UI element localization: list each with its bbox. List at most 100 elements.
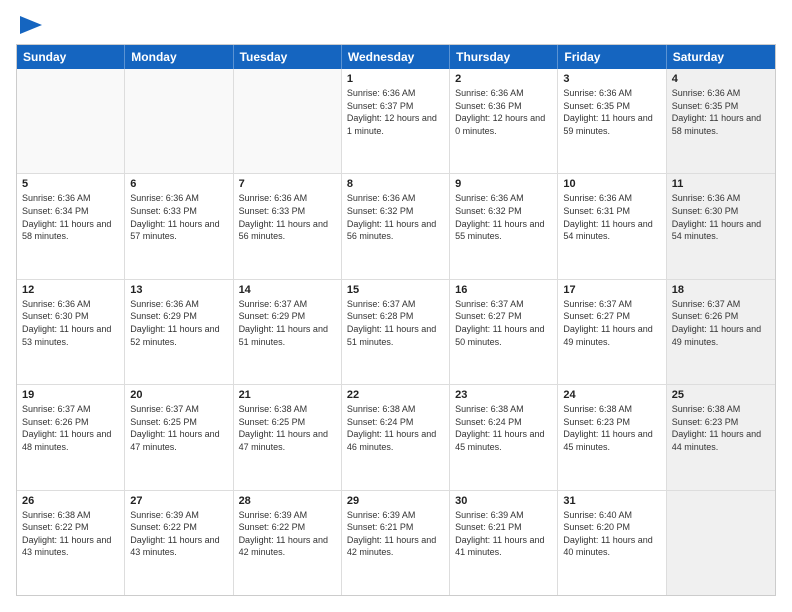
day-number: 27 bbox=[130, 495, 227, 507]
cal-cell-r3-c6: 25Sunrise: 6:38 AM Sunset: 6:23 PM Dayli… bbox=[667, 385, 775, 489]
cal-cell-r3-c0: 19Sunrise: 6:37 AM Sunset: 6:26 PM Dayli… bbox=[17, 385, 125, 489]
page: SundayMondayTuesdayWednesdayThursdayFrid… bbox=[0, 0, 792, 612]
day-number: 21 bbox=[239, 389, 336, 401]
cal-cell-r0-c5: 3Sunrise: 6:36 AM Sunset: 6:35 PM Daylig… bbox=[558, 69, 666, 173]
weekday-header-saturday: Saturday bbox=[667, 45, 775, 69]
cal-cell-r2-c6: 18Sunrise: 6:37 AM Sunset: 6:26 PM Dayli… bbox=[667, 280, 775, 384]
cal-cell-r3-c2: 21 Sunrise: 6:38 AM Sunset: 6:25 PM Dayli… bbox=[234, 385, 342, 489]
day-info: Sunrise: 6:37 AM Sunset: 6:29 PM Dayligh… bbox=[239, 298, 336, 348]
cal-cell-r0-c2 bbox=[234, 69, 342, 173]
day-number: 11 bbox=[672, 178, 770, 190]
day-info: Sunrise: 6:37 AM Sunset: 6:26 PM Dayligh… bbox=[672, 298, 770, 348]
cal-cell-r2-c3: 15 Sunrise: 6:37 AM Sunset: 6:28 PM Dayli… bbox=[342, 280, 450, 384]
day-number: 7 bbox=[239, 178, 336, 190]
cal-cell-r2-c1: 13 Sunrise: 6:36 AM Sunset: 6:29 PM Dayli… bbox=[125, 280, 233, 384]
day-info: Sunrise: 6:36 AM Sunset: 6:34 PM Dayligh… bbox=[22, 192, 119, 242]
day-number: 3 bbox=[563, 73, 660, 85]
day-number: 12 bbox=[22, 284, 119, 296]
cal-cell-r4-c1: 27 Sunrise: 6:39 AM Sunset: 6:22 PM Dayli… bbox=[125, 491, 233, 595]
day-info: Sunrise: 6:38 AM Sunset: 6:24 PM Dayligh… bbox=[455, 403, 552, 453]
day-number: 30 bbox=[455, 495, 552, 507]
cal-cell-r4-c2: 28 Sunrise: 6:39 AM Sunset: 6:22 PM Dayli… bbox=[234, 491, 342, 595]
day-number: 9 bbox=[455, 178, 552, 190]
day-number: 4 bbox=[672, 73, 770, 85]
day-info: Sunrise: 6:36 AM Sunset: 6:36 PM Dayligh… bbox=[455, 87, 552, 137]
weekday-header-sunday: Sunday bbox=[17, 45, 125, 69]
cal-cell-r0-c0 bbox=[17, 69, 125, 173]
header bbox=[16, 16, 776, 34]
calendar-header: SundayMondayTuesdayWednesdayThursdayFrid… bbox=[17, 45, 775, 69]
cal-cell-r0-c6: 4 Sunrise: 6:36 AM Sunset: 6:35 PM Daylig… bbox=[667, 69, 775, 173]
day-info: Sunrise: 6:37 AM Sunset: 6:25 PM Dayligh… bbox=[130, 403, 227, 453]
day-number: 16 bbox=[455, 284, 552, 296]
cal-cell-r0-c3: 1 Sunrise: 6:36 AM Sunset: 6:37 PM Daylig… bbox=[342, 69, 450, 173]
day-number: 8 bbox=[347, 178, 444, 190]
day-info: Sunrise: 6:36 AM Sunset: 6:33 PM Dayligh… bbox=[239, 192, 336, 242]
day-info: Sunrise: 6:37 AM Sunset: 6:27 PM Dayligh… bbox=[563, 298, 660, 348]
cal-cell-r1-c5: 10 Sunrise: 6:36 AM Sunset: 6:31 PM Dayli… bbox=[558, 174, 666, 278]
calendar-row-1: 5 Sunrise: 6:36 AM Sunset: 6:34 PM Daylig… bbox=[17, 174, 775, 279]
day-number: 15 bbox=[347, 284, 444, 296]
day-number: 5 bbox=[22, 178, 119, 190]
day-number: 22 bbox=[347, 389, 444, 401]
day-number: 10 bbox=[563, 178, 660, 190]
day-info: Sunrise: 6:36 AM Sunset: 6:32 PM Dayligh… bbox=[455, 192, 552, 242]
weekday-header-tuesday: Tuesday bbox=[234, 45, 342, 69]
cal-cell-r3-c3: 22 Sunrise: 6:38 AM Sunset: 6:24 PM Dayli… bbox=[342, 385, 450, 489]
weekday-header-monday: Monday bbox=[125, 45, 233, 69]
day-info: Sunrise: 6:36 AM Sunset: 6:37 PM Dayligh… bbox=[347, 87, 444, 137]
cal-cell-r1-c6: 11Sunrise: 6:36 AM Sunset: 6:30 PM Dayli… bbox=[667, 174, 775, 278]
calendar-row-2: 12 Sunrise: 6:36 AM Sunset: 6:30 PM Dayli… bbox=[17, 280, 775, 385]
cal-cell-r2-c4: 16Sunrise: 6:37 AM Sunset: 6:27 PM Dayli… bbox=[450, 280, 558, 384]
day-number: 13 bbox=[130, 284, 227, 296]
calendar: SundayMondayTuesdayWednesdayThursdayFrid… bbox=[16, 44, 776, 596]
cal-cell-r1-c0: 5 Sunrise: 6:36 AM Sunset: 6:34 PM Daylig… bbox=[17, 174, 125, 278]
cal-cell-r1-c1: 6 Sunrise: 6:36 AM Sunset: 6:33 PM Daylig… bbox=[125, 174, 233, 278]
day-number: 24 bbox=[563, 389, 660, 401]
day-number: 14 bbox=[239, 284, 336, 296]
cal-cell-r2-c2: 14 Sunrise: 6:37 AM Sunset: 6:29 PM Dayli… bbox=[234, 280, 342, 384]
day-number: 26 bbox=[22, 495, 119, 507]
cal-cell-r4-c4: 30 Sunrise: 6:39 AM Sunset: 6:21 PM Dayli… bbox=[450, 491, 558, 595]
day-info: Sunrise: 6:36 AM Sunset: 6:31 PM Dayligh… bbox=[563, 192, 660, 242]
cal-cell-r3-c1: 20 Sunrise: 6:37 AM Sunset: 6:25 PM Dayli… bbox=[125, 385, 233, 489]
day-info: Sunrise: 6:36 AM Sunset: 6:33 PM Dayligh… bbox=[130, 192, 227, 242]
day-number: 6 bbox=[130, 178, 227, 190]
logo-icon bbox=[20, 16, 42, 34]
day-info: Sunrise: 6:39 AM Sunset: 6:21 PM Dayligh… bbox=[455, 509, 552, 559]
day-info: Sunrise: 6:38 AM Sunset: 6:23 PM Dayligh… bbox=[563, 403, 660, 453]
cal-cell-r2-c5: 17Sunrise: 6:37 AM Sunset: 6:27 PM Dayli… bbox=[558, 280, 666, 384]
cal-cell-r1-c2: 7 Sunrise: 6:36 AM Sunset: 6:33 PM Daylig… bbox=[234, 174, 342, 278]
day-info: Sunrise: 6:36 AM Sunset: 6:32 PM Dayligh… bbox=[347, 192, 444, 242]
calendar-row-0: 1 Sunrise: 6:36 AM Sunset: 6:37 PM Daylig… bbox=[17, 69, 775, 174]
day-info: Sunrise: 6:36 AM Sunset: 6:30 PM Dayligh… bbox=[22, 298, 119, 348]
weekday-header-friday: Friday bbox=[558, 45, 666, 69]
day-info: Sunrise: 6:39 AM Sunset: 6:22 PM Dayligh… bbox=[130, 509, 227, 559]
weekday-header-thursday: Thursday bbox=[450, 45, 558, 69]
cal-cell-r1-c4: 9 Sunrise: 6:36 AM Sunset: 6:32 PM Daylig… bbox=[450, 174, 558, 278]
calendar-row-4: 26 Sunrise: 6:38 AM Sunset: 6:22 PM Dayli… bbox=[17, 491, 775, 595]
day-info: Sunrise: 6:38 AM Sunset: 6:25 PM Dayligh… bbox=[239, 403, 336, 453]
day-info: Sunrise: 6:37 AM Sunset: 6:26 PM Dayligh… bbox=[22, 403, 119, 453]
cal-cell-r1-c3: 8 Sunrise: 6:36 AM Sunset: 6:32 PM Daylig… bbox=[342, 174, 450, 278]
day-info: Sunrise: 6:40 AM Sunset: 6:20 PM Dayligh… bbox=[563, 509, 660, 559]
day-info: Sunrise: 6:38 AM Sunset: 6:22 PM Dayligh… bbox=[22, 509, 119, 559]
day-info: Sunrise: 6:39 AM Sunset: 6:22 PM Dayligh… bbox=[239, 509, 336, 559]
cal-cell-r3-c4: 23 Sunrise: 6:38 AM Sunset: 6:24 PM Dayli… bbox=[450, 385, 558, 489]
cal-cell-r4-c0: 26 Sunrise: 6:38 AM Sunset: 6:22 PM Dayli… bbox=[17, 491, 125, 595]
day-number: 20 bbox=[130, 389, 227, 401]
day-info: Sunrise: 6:36 AM Sunset: 6:35 PM Dayligh… bbox=[672, 87, 770, 137]
day-number: 1 bbox=[347, 73, 444, 85]
day-number: 31 bbox=[563, 495, 660, 507]
day-info: Sunrise: 6:37 AM Sunset: 6:28 PM Dayligh… bbox=[347, 298, 444, 348]
day-info: Sunrise: 6:36 AM Sunset: 6:29 PM Dayligh… bbox=[130, 298, 227, 348]
day-number: 2 bbox=[455, 73, 552, 85]
day-number: 23 bbox=[455, 389, 552, 401]
day-number: 28 bbox=[239, 495, 336, 507]
cal-cell-r0-c4: 2 Sunrise: 6:36 AM Sunset: 6:36 PM Daylig… bbox=[450, 69, 558, 173]
day-info: Sunrise: 6:38 AM Sunset: 6:23 PM Dayligh… bbox=[672, 403, 770, 453]
cal-cell-r2-c0: 12 Sunrise: 6:36 AM Sunset: 6:30 PM Dayli… bbox=[17, 280, 125, 384]
day-info: Sunrise: 6:38 AM Sunset: 6:24 PM Dayligh… bbox=[347, 403, 444, 453]
calendar-body: 1 Sunrise: 6:36 AM Sunset: 6:37 PM Daylig… bbox=[17, 69, 775, 595]
day-info: Sunrise: 6:39 AM Sunset: 6:21 PM Dayligh… bbox=[347, 509, 444, 559]
